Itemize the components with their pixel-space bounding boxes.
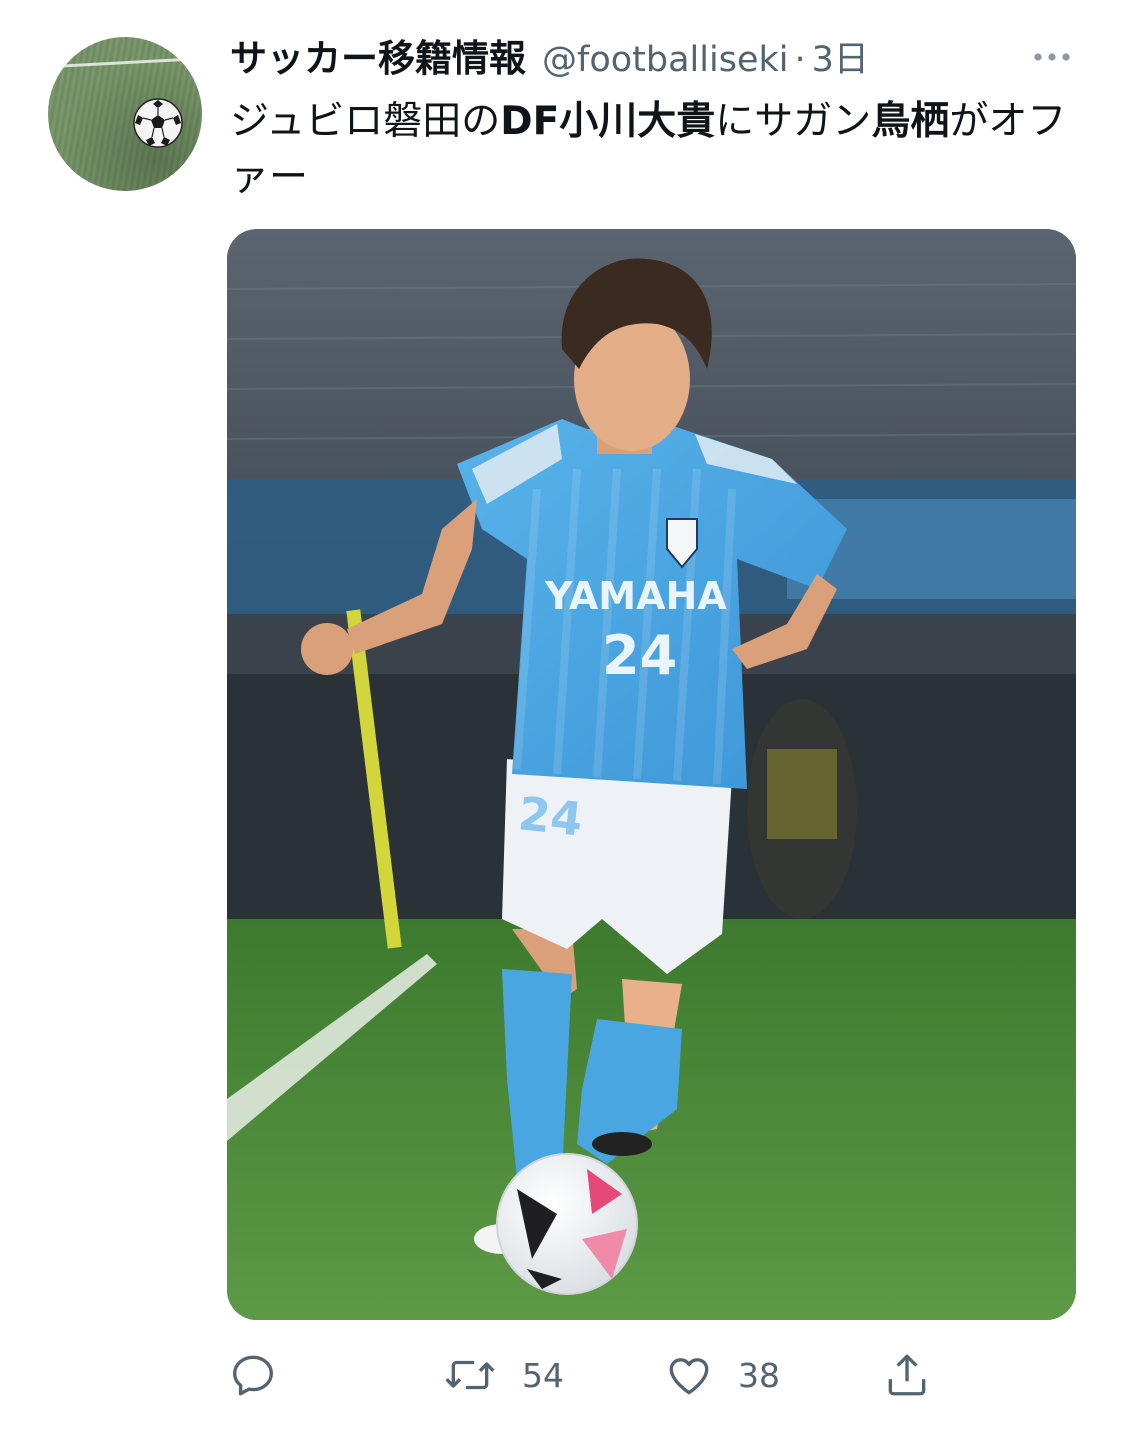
- tweet-media-photo[interactable]: 24 YAMAHA 24: [227, 229, 1076, 1320]
- share-upload-icon: [888, 1354, 926, 1396]
- tweet-text: ジュビロ磐田のDF小川大貴にサガン鳥栖がオファー: [230, 94, 1070, 206]
- separator-dot: ·: [794, 40, 806, 80]
- tweet-action-bar: 54 38: [228, 1340, 968, 1410]
- pitch-line: [48, 56, 202, 69]
- svg-text:24: 24: [516, 786, 585, 846]
- retweet-button[interactable]: 54: [442, 1340, 564, 1410]
- avatar[interactable]: [48, 37, 202, 191]
- tweet-text-segment-bold: 鳥栖: [871, 99, 950, 144]
- display-name[interactable]: サッカー移籍情報: [230, 34, 526, 84]
- heart-icon: [669, 1358, 709, 1395]
- retweet-count: 54: [522, 1355, 564, 1395]
- reply-bubble-icon: [233, 1355, 273, 1396]
- soccer-ball-icon: [133, 98, 183, 148]
- tweet-text-segment: にサガン: [715, 99, 872, 144]
- tweet-timestamp[interactable]: 3日: [812, 35, 869, 85]
- share-button[interactable]: [882, 1340, 932, 1410]
- tweet-header: サッカー移籍情報 @footballiseki · 3日: [230, 34, 1050, 84]
- retweet-icon: [445, 1360, 495, 1390]
- tweet-text-segment-bold: DF小川大貴: [500, 99, 716, 144]
- reply-button[interactable]: [228, 1340, 302, 1410]
- tweet-text-segment: ジュビロ磐田の: [230, 99, 501, 144]
- jersey-sponsor-text: YAMAHA: [544, 574, 727, 618]
- soccer-player-photo: 24 YAMAHA 24: [227, 229, 1076, 1320]
- like-count: 38: [738, 1355, 780, 1395]
- like-button[interactable]: 38: [664, 1340, 780, 1410]
- jersey-number-text: 24: [602, 624, 677, 687]
- tweet-card[interactable]: サッカー移籍情報 @footballiseki · 3日 ジュビロ磐田のDF小川…: [0, 0, 1125, 1442]
- user-handle[interactable]: @footballiseki: [542, 35, 788, 85]
- more-horizontal-icon[interactable]: [1030, 40, 1074, 74]
